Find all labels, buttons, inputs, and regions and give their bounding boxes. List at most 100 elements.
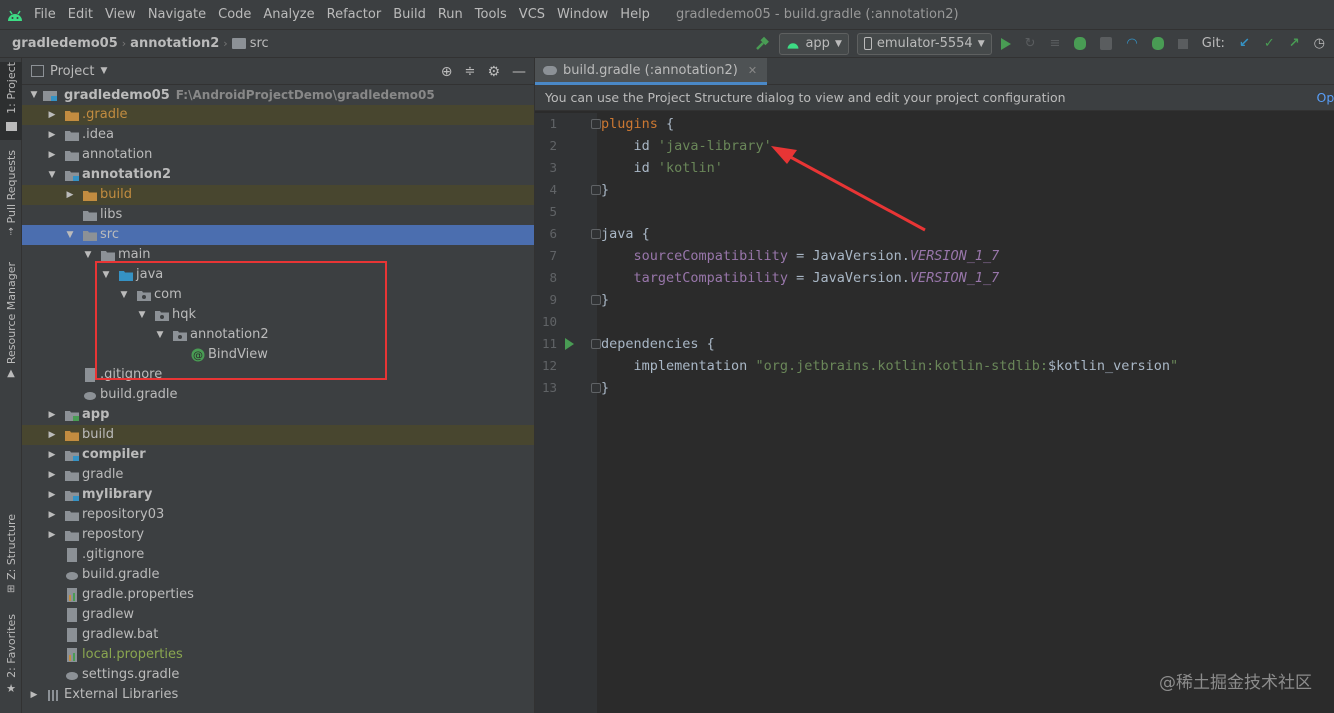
run-config-label: app bbox=[805, 36, 830, 51]
tree-row[interactable]: ▶ .idea bbox=[22, 125, 534, 145]
chevron-right-icon[interactable]: ▶ bbox=[46, 465, 58, 485]
tree-row[interactable]: ▶ gradle bbox=[22, 465, 534, 485]
device-selector[interactable]: emulator-5554 ▼ bbox=[856, 32, 992, 55]
attach-debugger-icon[interactable] bbox=[1147, 33, 1169, 54]
tree-row[interactable]: .gitignore bbox=[22, 545, 534, 565]
menu-code[interactable]: Code bbox=[212, 0, 257, 29]
resource-manager-icon: ▲ bbox=[7, 368, 15, 380]
folder-excluded-icon bbox=[64, 107, 80, 123]
apply-changes-icon[interactable]: ↻ bbox=[1020, 33, 1041, 54]
chevron-right-icon: › bbox=[223, 37, 228, 50]
minimize-icon[interactable]: — bbox=[512, 64, 526, 80]
locate-icon[interactable]: ⊕ bbox=[441, 64, 453, 80]
chevron-right-icon[interactable]: ▶ bbox=[64, 185, 76, 205]
tool-tab-favorites[interactable]: 2: Favorites ★ bbox=[0, 614, 22, 698]
tree-row[interactable]: ▶ app bbox=[22, 405, 534, 425]
menu-build[interactable]: Build bbox=[387, 0, 432, 29]
history-icon[interactable]: ◷ bbox=[1309, 33, 1330, 54]
tool-tab-structure[interactable]: Z: Structure ⊞ bbox=[0, 514, 22, 598]
chevron-right-icon[interactable]: ▶ bbox=[28, 685, 40, 705]
tool-tab-resource-manager[interactable]: Resource Manager ▲ bbox=[0, 262, 22, 386]
tool-tab-pull-requests[interactable]: Pull Requests ⇡ bbox=[0, 150, 22, 242]
tree-row[interactable]: local.properties bbox=[22, 645, 534, 665]
menu-view[interactable]: View bbox=[99, 0, 142, 29]
gear-icon[interactable]: ⚙ bbox=[487, 64, 500, 80]
tree-row[interactable]: ▶ annotation bbox=[22, 145, 534, 165]
hammer-build-icon[interactable] bbox=[749, 33, 775, 54]
window-title: gradledemo05 - build.gradle (:annotation… bbox=[675, 7, 959, 22]
tree-row[interactable]: ▶ build bbox=[22, 185, 534, 205]
dropdown-arrow-icon[interactable]: ▼ bbox=[100, 66, 107, 76]
menu-vcs[interactable]: VCS bbox=[513, 0, 551, 29]
folder-icon bbox=[64, 527, 80, 543]
tree-row[interactable]: ▶ repostory bbox=[22, 525, 534, 545]
chevron-right-icon[interactable]: ▶ bbox=[46, 445, 58, 465]
tree-row[interactable]: libs bbox=[22, 205, 534, 225]
tool-tab-project[interactable]: 1: Project bbox=[0, 62, 22, 140]
profile-icon[interactable]: ◠ bbox=[1121, 33, 1142, 54]
tree-row[interactable]: ▼ annotation2 bbox=[22, 165, 534, 185]
tree-row[interactable]: ▶ compiler bbox=[22, 445, 534, 465]
tree-row[interactable]: gradlew bbox=[22, 605, 534, 625]
debug-icon[interactable] bbox=[1069, 33, 1091, 54]
tree-row[interactable]: gradlew.bat bbox=[22, 625, 534, 645]
git-update-icon[interactable]: ↙ bbox=[1234, 33, 1255, 54]
chevron-right-icon[interactable]: ▶ bbox=[46, 405, 58, 425]
menu-run[interactable]: Run bbox=[432, 0, 469, 29]
chevron-right-icon[interactable]: ▶ bbox=[46, 525, 58, 545]
chevron-right-icon[interactable]: ▶ bbox=[46, 505, 58, 525]
tree-label: local.properties bbox=[82, 647, 183, 662]
menu-refactor[interactable]: Refactor bbox=[321, 0, 388, 29]
chevron-down-icon[interactable]: ▼ bbox=[64, 225, 76, 245]
tree-row[interactable]: gradle.properties bbox=[22, 585, 534, 605]
menu-navigate[interactable]: Navigate bbox=[142, 0, 212, 29]
project-view-selector[interactable]: Project bbox=[50, 64, 94, 79]
tree-label: build bbox=[82, 427, 114, 442]
properties-file-icon bbox=[64, 587, 80, 603]
chevron-right-icon[interactable]: ▶ bbox=[46, 485, 58, 505]
tree-row[interactable]: ▶ .gradle bbox=[22, 105, 534, 125]
chevron-down-icon[interactable]: ▼ bbox=[28, 85, 40, 105]
chevron-right-icon: › bbox=[121, 37, 127, 50]
tree-label: External Libraries bbox=[64, 687, 179, 702]
breadcrumb-module[interactable]: annotation2 bbox=[130, 36, 219, 51]
chevron-down-icon[interactable]: ▼ bbox=[46, 165, 58, 185]
chevron-right-icon[interactable]: ▶ bbox=[46, 425, 58, 445]
folder-icon bbox=[82, 227, 98, 243]
folder-excluded-icon bbox=[82, 187, 98, 203]
breadcrumb-src[interactable]: src bbox=[250, 36, 269, 51]
apply-code-changes-icon[interactable]: ≡ bbox=[1045, 33, 1066, 54]
run-config-selector[interactable]: app ▼ bbox=[779, 32, 849, 55]
stop-icon[interactable] bbox=[1173, 33, 1193, 54]
menu-edit[interactable]: Edit bbox=[62, 0, 99, 29]
tree-row[interactable]: ▶ mylibrary bbox=[22, 485, 534, 505]
tree-row[interactable]: ▶ build bbox=[22, 425, 534, 445]
pull-request-icon: ⇡ bbox=[6, 227, 16, 239]
folder-icon bbox=[64, 127, 80, 143]
menu-analyze[interactable]: Analyze bbox=[257, 0, 320, 29]
git-commit-icon[interactable]: ✓ bbox=[1259, 33, 1280, 54]
tree-row-selected[interactable]: ▼ src bbox=[22, 225, 534, 245]
menu-help[interactable]: Help bbox=[614, 0, 656, 29]
tree-row[interactable]: build.gradle bbox=[22, 385, 534, 405]
tree-row[interactable]: build.gradle bbox=[22, 565, 534, 585]
menu-file[interactable]: File bbox=[28, 0, 62, 29]
chevron-right-icon[interactable]: ▶ bbox=[46, 125, 58, 145]
run-icon[interactable] bbox=[996, 33, 1016, 54]
tree-row[interactable]: settings.gradle bbox=[22, 665, 534, 685]
folder-excluded-icon bbox=[64, 427, 80, 443]
chevron-right-icon[interactable]: ▶ bbox=[46, 145, 58, 165]
git-push-icon[interactable]: ↗ bbox=[1284, 33, 1305, 54]
menu-tools[interactable]: Tools bbox=[469, 0, 513, 29]
tree-row[interactable]: ▶ repository03 bbox=[22, 505, 534, 525]
tree-row-root[interactable]: ▼ gradledemo05 F:\AndroidProjectDemo\grad… bbox=[22, 85, 534, 105]
chevron-down-icon[interactable]: ▼ bbox=[82, 245, 94, 265]
tree-label: libs bbox=[100, 207, 123, 222]
collapse-all-icon[interactable]: ≑ bbox=[465, 64, 476, 79]
tree-row[interactable]: ▶ External Libraries bbox=[22, 685, 534, 705]
menu-window[interactable]: Window bbox=[551, 0, 614, 29]
breadcrumb-project[interactable]: gradledemo05 bbox=[12, 36, 118, 51]
chevron-right-icon[interactable]: ▶ bbox=[46, 105, 58, 125]
coverage-icon[interactable] bbox=[1095, 33, 1117, 54]
breadcrumb: gradledemo05 › annotation2 › src bbox=[0, 36, 269, 51]
